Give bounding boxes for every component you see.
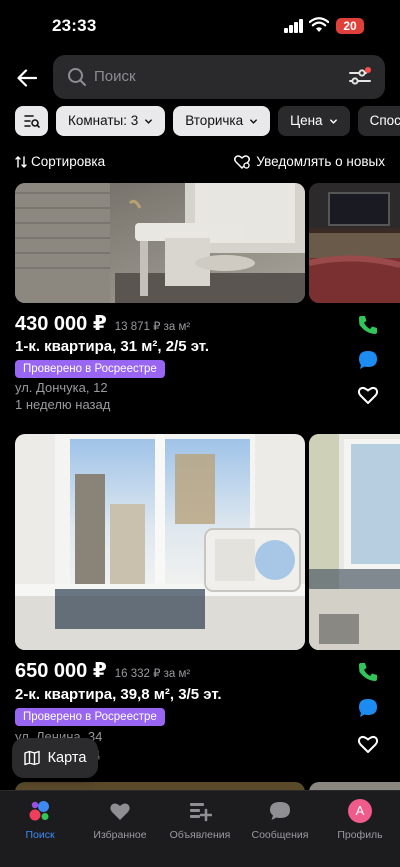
tab-search[interactable]: Поиск — [0, 799, 80, 841]
listing-price-row: 430 000 ₽ 13 871 ₽ за м² — [15, 311, 190, 336]
listing-photo[interactable] — [15, 183, 305, 303]
chat-bubble-icon — [270, 802, 290, 820]
heart-icon — [110, 803, 130, 820]
chevron-down-icon — [250, 118, 258, 124]
listing-photo-image — [15, 183, 305, 303]
price-chip[interactable]: Цена — [278, 106, 350, 136]
notify-button[interactable]: Уведомлять о новых — [234, 154, 385, 169]
rosreestr-badge: Проверено в Росреестре — [15, 708, 165, 726]
listing-photo-image — [15, 434, 305, 650]
tab-ads[interactable]: Объявления — [160, 799, 240, 841]
listing-price-per-m2: 13 871 ₽ за м² — [114, 321, 191, 333]
status-bar: 23:33 20 — [0, 0, 400, 52]
chat-message-icon[interactable] — [356, 696, 380, 720]
rooms-chip-label: Комнаты: 3 — [68, 113, 139, 128]
notify-label: Уведомлять о новых — [256, 154, 385, 169]
market-type-chip-label: Вторичка — [185, 113, 244, 128]
top-bar: Поиск — [0, 55, 400, 101]
sort-arrows-icon — [15, 155, 27, 168]
tab-favorites[interactable]: Избранное — [80, 799, 160, 841]
filter-list-icon — [23, 115, 40, 128]
phone-call-icon[interactable] — [356, 660, 380, 684]
arrow-left-icon — [17, 69, 37, 87]
listing-price-row: 650 000 ₽ 16 332 ₽ за м² — [15, 658, 190, 683]
cellular-signal-icon — [284, 19, 304, 33]
phone-call-icon[interactable] — [356, 313, 380, 337]
tab-label: Объявления — [169, 829, 231, 841]
avatar: А — [348, 799, 372, 823]
methods-chip[interactable]: Способы — [357, 106, 400, 136]
listing-price-per-m2: 16 332 ₽ за м² — [114, 668, 191, 680]
rosreestr-badge: Проверено в Росреестре — [15, 360, 165, 378]
price-chip-label: Цена — [290, 113, 323, 128]
filters-button[interactable] — [15, 106, 48, 136]
tab-label: Избранное — [93, 829, 147, 841]
tab-messages[interactable]: Сообщения — [240, 799, 320, 841]
listing-photo[interactable] — [15, 434, 305, 650]
tab-label: Профиль — [337, 829, 383, 841]
filter-settings-icon[interactable] — [349, 67, 371, 87]
filter-chips: Комнаты: 3 Вторичка Цена Способы — [15, 106, 400, 136]
tab-label: Поиск — [25, 829, 55, 841]
sort-label: Сортировка — [31, 154, 106, 169]
map-button[interactable]: Карта — [12, 738, 98, 778]
listing-photo-next[interactable] — [309, 434, 400, 650]
listing-posted: 1 неделю назад — [15, 397, 111, 412]
sort-button[interactable]: Сортировка — [15, 154, 105, 169]
listing-photo-image — [309, 183, 400, 303]
listing-address: ул. Дончука, 12 — [15, 380, 108, 395]
tab-profile[interactable]: А Профиль — [320, 799, 400, 841]
listing-title[interactable]: 1-к. квартира, 31 м², 2/5 эт. — [15, 338, 209, 355]
map-button-label: Карта — [47, 750, 87, 766]
chat-message-icon[interactable] — [356, 348, 380, 372]
search-icon — [68, 68, 86, 86]
wifi-icon — [309, 17, 329, 32]
heart-bell-icon — [234, 154, 251, 169]
listing-title[interactable]: 2-к. квартира, 39,8 м², 3/5 эт. — [15, 686, 222, 703]
rooms-chip[interactable]: Комнаты: 3 — [56, 106, 166, 136]
battery-indicator: 20 — [336, 18, 364, 34]
methods-chip-label: Способы — [369, 113, 400, 128]
listing-price: 430 000 ₽ — [15, 313, 107, 335]
add-listing-icon — [190, 803, 212, 822]
market-type-chip[interactable]: Вторичка — [173, 106, 271, 136]
search-field[interactable]: Поиск — [53, 55, 385, 99]
status-time: 23:33 — [52, 16, 97, 35]
favorite-heart-icon[interactable] — [356, 383, 380, 407]
back-button[interactable] — [12, 63, 42, 93]
listing-photo-next[interactable] — [309, 183, 400, 303]
search-input[interactable]: Поиск — [94, 68, 136, 85]
tab-label: Сообщения — [251, 829, 309, 841]
sort-row: Сортировка Уведомлять о новых — [0, 151, 400, 173]
map-icon — [23, 750, 40, 766]
avito-logo-icon — [29, 801, 49, 821]
bottom-tab-bar: Поиск Избранное Объявления Сообщения А П… — [0, 790, 400, 867]
listing-price: 650 000 ₽ — [15, 660, 107, 682]
chevron-down-icon — [145, 118, 153, 124]
chevron-down-icon — [329, 118, 337, 124]
listing-photo-image — [309, 434, 400, 650]
favorite-heart-icon[interactable] — [356, 732, 380, 756]
